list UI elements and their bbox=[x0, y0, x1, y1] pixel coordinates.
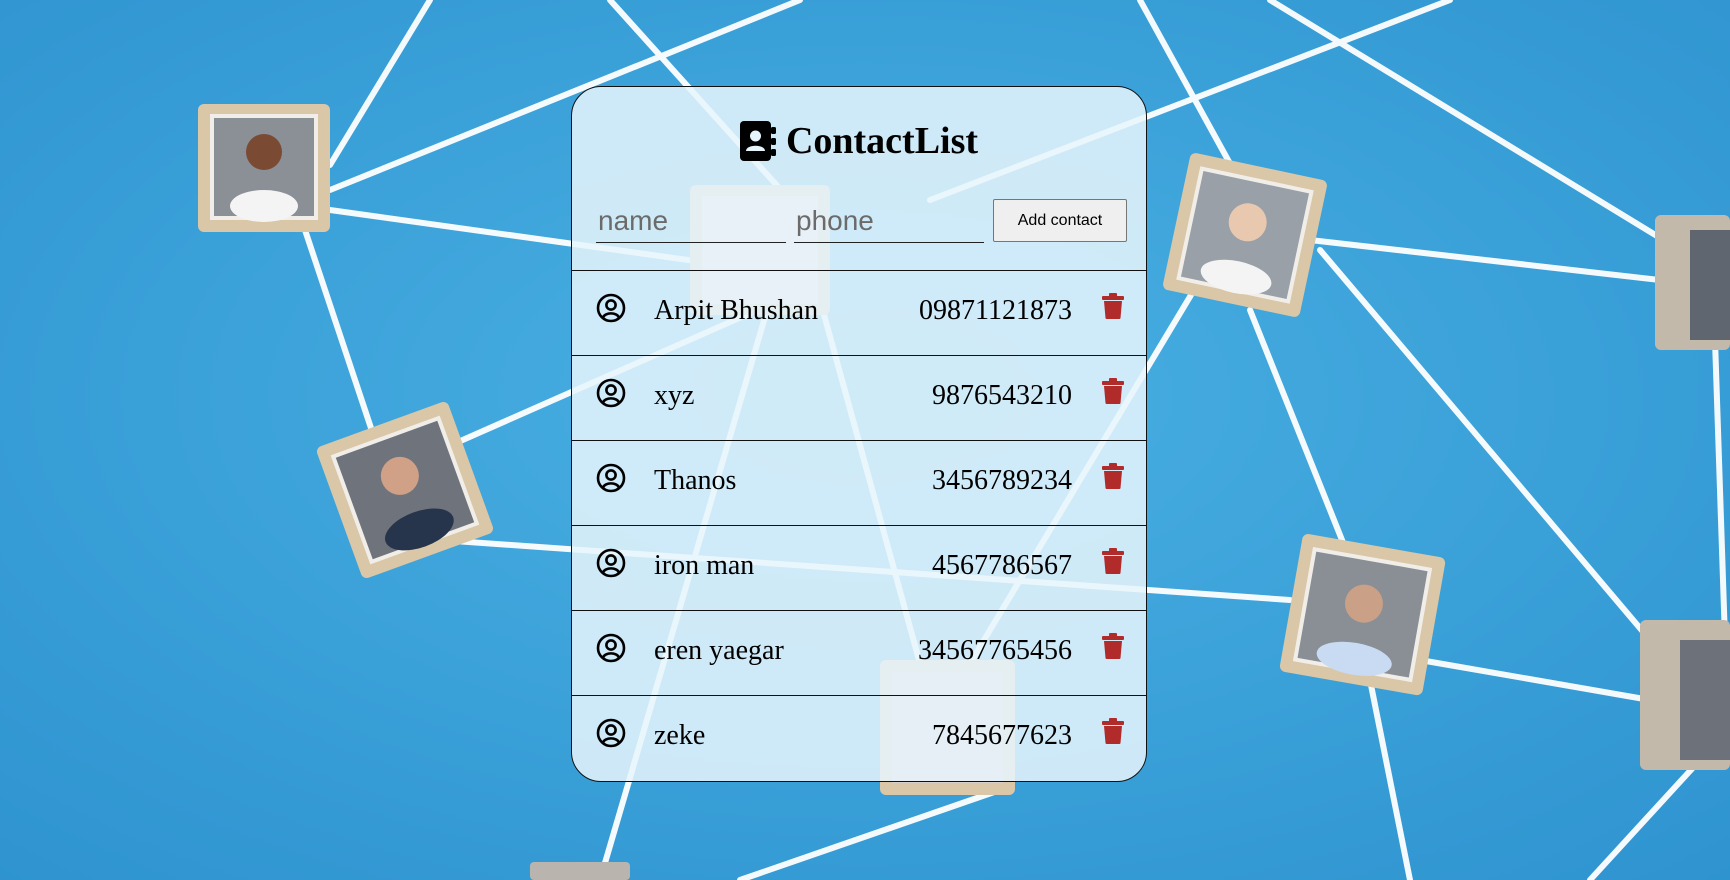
name-input[interactable] bbox=[596, 199, 786, 243]
user-circle-icon bbox=[596, 463, 626, 493]
phone-input[interactable] bbox=[794, 199, 984, 243]
contact-row: xyz 9876543210 bbox=[572, 355, 1146, 440]
trash-icon[interactable] bbox=[1102, 548, 1124, 574]
contact-list: Arpit Bhushan 09871121873 xyz 9876543210… bbox=[572, 270, 1146, 780]
contact-name: xyz bbox=[654, 380, 695, 411]
contact-name: Thanos bbox=[654, 465, 737, 496]
contact-row: Thanos 3456789234 bbox=[572, 440, 1146, 525]
address-book-icon bbox=[739, 121, 776, 161]
trash-icon[interactable] bbox=[1102, 293, 1124, 319]
add-contact-form: Add contact bbox=[596, 199, 1127, 243]
contact-phone: 4567786567 bbox=[932, 550, 1072, 581]
contact-name: iron man bbox=[654, 550, 755, 581]
user-circle-icon bbox=[596, 548, 626, 578]
header: ContactList bbox=[572, 115, 1146, 167]
contact-list-card: ContactList Add contact Arpit Bhushan 09… bbox=[571, 86, 1147, 782]
trash-icon[interactable] bbox=[1102, 633, 1124, 659]
user-circle-icon bbox=[596, 378, 626, 408]
page-title: ContactList bbox=[785, 120, 979, 162]
contact-name: zeke bbox=[654, 720, 706, 751]
contact-row: eren yaegar 34567765456 bbox=[572, 610, 1146, 695]
contact-phone: 3456789234 bbox=[932, 465, 1072, 496]
contact-phone: 7845677623 bbox=[932, 720, 1072, 751]
contact-name: eren yaegar bbox=[654, 635, 784, 666]
contact-row: Arpit Bhushan 09871121873 bbox=[572, 270, 1146, 355]
add-contact-button[interactable]: Add contact bbox=[993, 199, 1127, 242]
contact-row: iron man 4567786567 bbox=[572, 525, 1146, 610]
contact-row: zeke 7845677623 bbox=[572, 695, 1146, 780]
trash-icon[interactable] bbox=[1102, 463, 1124, 489]
contact-name: Arpit Bhushan bbox=[654, 295, 819, 326]
user-circle-icon bbox=[596, 293, 626, 323]
trash-icon[interactable] bbox=[1102, 378, 1124, 404]
contact-phone: 09871121873 bbox=[919, 295, 1072, 326]
trash-icon[interactable] bbox=[1102, 718, 1124, 744]
contact-phone: 34567765456 bbox=[918, 635, 1072, 666]
user-circle-icon bbox=[596, 718, 626, 748]
user-circle-icon bbox=[596, 633, 626, 663]
contact-phone: 9876543210 bbox=[932, 380, 1072, 411]
